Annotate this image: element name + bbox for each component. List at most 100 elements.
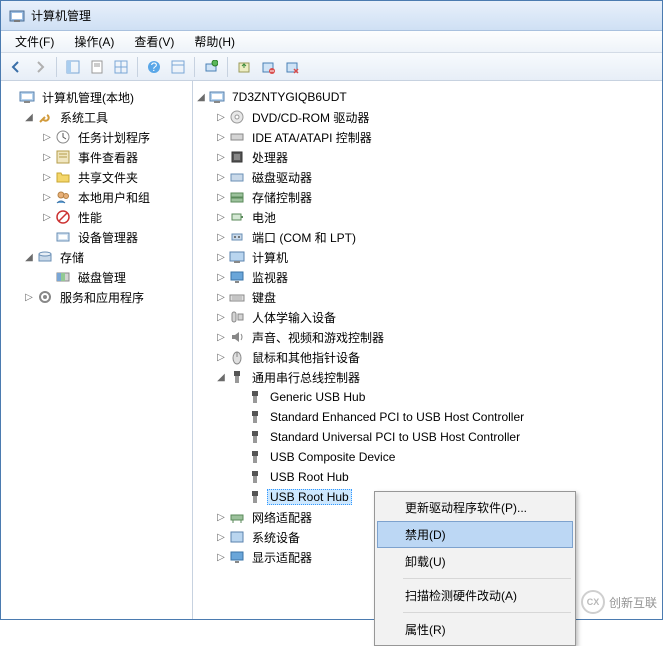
disable-device-button[interactable] [257, 56, 279, 78]
export-button[interactable] [110, 56, 132, 78]
context-scan-hardware[interactable]: 扫描检测硬件改动(A) [377, 582, 573, 609]
device-usb-generic-hub[interactable]: Generic USB Hub [231, 387, 660, 407]
window-title: 计算机管理 [31, 7, 91, 24]
back-button[interactable] [5, 56, 27, 78]
folder-icon [55, 169, 71, 185]
menu-file[interactable]: 文件(F) [7, 31, 62, 52]
device-computer-cat[interactable]: ▷计算机 [213, 247, 660, 267]
titlebar: 计算机管理 [1, 1, 662, 31]
device-usb-controllers[interactable]: ◢通用串行总线控制器 [213, 367, 660, 387]
device-hid[interactable]: ▷人体学输入设备 [213, 307, 660, 327]
expand-icon[interactable]: ▷ [41, 191, 53, 203]
expand-icon[interactable] [5, 91, 17, 103]
expand-icon[interactable]: ▷ [215, 531, 227, 543]
view-button[interactable] [167, 56, 189, 78]
context-disable[interactable]: 禁用(D) [377, 521, 573, 548]
blank-icon [233, 491, 245, 503]
expand-icon[interactable]: ▷ [41, 131, 53, 143]
management-tree[interactable]: 计算机管理(本地) ◢ 系统工具 ▷任务计划程序 ▷事件查看器 [3, 87, 190, 307]
expand-icon[interactable]: ▷ [215, 131, 227, 143]
device-sound[interactable]: ▷声音、视频和游戏控制器 [213, 327, 660, 347]
menu-action[interactable]: 操作(A) [66, 31, 122, 52]
expand-icon[interactable]: ▷ [215, 511, 227, 523]
uninstall-device-button[interactable] [281, 56, 303, 78]
collapse-icon[interactable]: ◢ [23, 111, 35, 123]
tree-shared-folders[interactable]: ▷共享文件夹 [39, 167, 190, 187]
device-usb-root-hub-1[interactable]: USB Root Hub [231, 467, 660, 487]
device-processor[interactable]: ▷处理器 [213, 147, 660, 167]
expand-icon[interactable]: ▷ [215, 151, 227, 163]
tree-performance[interactable]: ▷性能 [39, 207, 190, 227]
expand-icon[interactable]: ▷ [215, 351, 227, 363]
context-update-driver[interactable]: 更新驱动程序软件(P)... [377, 494, 573, 521]
expand-icon[interactable]: ▷ [215, 311, 227, 323]
menu-help[interactable]: 帮助(H) [186, 31, 243, 52]
forward-button[interactable] [29, 56, 51, 78]
scan-hardware-button[interactable] [200, 56, 222, 78]
expand-icon[interactable]: ▷ [41, 151, 53, 163]
menu-view[interactable]: 查看(V) [126, 31, 182, 52]
device-dvd[interactable]: ▷DVD/CD-ROM 驱动器 [213, 107, 660, 127]
node-label: 计算机管理(本地) [39, 88, 137, 107]
context-properties[interactable]: 属性(R) [377, 616, 573, 643]
expand-icon[interactable]: ▷ [215, 291, 227, 303]
context-menu: 更新驱动程序软件(P)... 禁用(D) 卸载(U) 扫描检测硬件改动(A) 属… [374, 491, 576, 646]
expand-icon[interactable]: ▷ [215, 271, 227, 283]
left-pane: 计算机管理(本地) ◢ 系统工具 ▷任务计划程序 ▷事件查看器 [1, 81, 193, 619]
device-keyboard[interactable]: ▷键盘 [213, 287, 660, 307]
usb-icon [229, 369, 245, 385]
expand-icon[interactable]: ▷ [215, 111, 227, 123]
blank-icon [41, 271, 53, 283]
usb-icon [247, 389, 263, 405]
tree-system-tools[interactable]: ◢ 系统工具 [21, 107, 190, 127]
device-monitor[interactable]: ▷监视器 [213, 267, 660, 287]
tree-task-scheduler[interactable]: ▷任务计划程序 [39, 127, 190, 147]
computer-mgmt-icon [19, 89, 35, 105]
menubar: 文件(F) 操作(A) 查看(V) 帮助(H) [1, 31, 662, 53]
device-disk-drives[interactable]: ▷磁盘驱动器 [213, 167, 660, 187]
expand-icon[interactable]: ▷ [215, 191, 227, 203]
device-battery[interactable]: ▷电池 [213, 207, 660, 227]
node-label: Standard Enhanced PCI to USB Host Contro… [267, 409, 527, 425]
tree-root[interactable]: 计算机管理(本地) [3, 87, 190, 107]
device-root[interactable]: ◢ 7D3ZNTYGIQB6UDT [195, 87, 660, 107]
expand-icon[interactable]: ▷ [215, 171, 227, 183]
context-menu-separator [403, 578, 571, 579]
mouse-icon [229, 349, 245, 365]
collapse-icon[interactable]: ◢ [195, 91, 207, 103]
usb-icon [247, 469, 263, 485]
expand-icon[interactable]: ▷ [23, 291, 35, 303]
expand-icon[interactable]: ▷ [215, 331, 227, 343]
node-label: IDE ATA/ATAPI 控制器 [249, 128, 375, 147]
device-ide[interactable]: ▷ IDE ATA/ATAPI 控制器 [213, 127, 660, 147]
tree-local-users[interactable]: ▷本地用户和组 [39, 187, 190, 207]
device-usb-universal[interactable]: Standard Universal PCI to USB Host Contr… [231, 427, 660, 447]
event-icon [55, 149, 71, 165]
device-ports[interactable]: ▷端口 (COM 和 LPT) [213, 227, 660, 247]
context-menu-separator [403, 612, 571, 613]
update-driver-button[interactable] [233, 56, 255, 78]
collapse-icon[interactable]: ◢ [215, 371, 227, 383]
properties-button[interactable] [86, 56, 108, 78]
tree-event-viewer[interactable]: ▷事件查看器 [39, 147, 190, 167]
ide-icon [229, 129, 245, 145]
expand-icon[interactable]: ▷ [215, 231, 227, 243]
collapse-icon[interactable]: ◢ [23, 251, 35, 263]
device-mouse[interactable]: ▷鼠标和其他指针设备 [213, 347, 660, 367]
expand-icon[interactable]: ▷ [41, 171, 53, 183]
device-usb-composite[interactable]: USB Composite Device [231, 447, 660, 467]
tree-services[interactable]: ▷服务和应用程序 [21, 287, 190, 307]
help-button[interactable]: ? [143, 56, 165, 78]
context-uninstall[interactable]: 卸载(U) [377, 548, 573, 575]
network-icon [229, 509, 245, 525]
show-hide-tree-button[interactable] [62, 56, 84, 78]
device-usb-enhanced[interactable]: Standard Enhanced PCI to USB Host Contro… [231, 407, 660, 427]
expand-icon[interactable]: ▷ [215, 251, 227, 263]
expand-icon[interactable]: ▷ [41, 211, 53, 223]
tree-disk-mgmt[interactable]: 磁盘管理 [39, 267, 190, 287]
tree-storage[interactable]: ◢ 存储 [21, 247, 190, 267]
expand-icon[interactable]: ▷ [215, 211, 227, 223]
device-storage-ctrl[interactable]: ▷存储控制器 [213, 187, 660, 207]
expand-icon[interactable]: ▷ [215, 551, 227, 563]
tree-device-manager[interactable]: 设备管理器 [39, 227, 190, 247]
